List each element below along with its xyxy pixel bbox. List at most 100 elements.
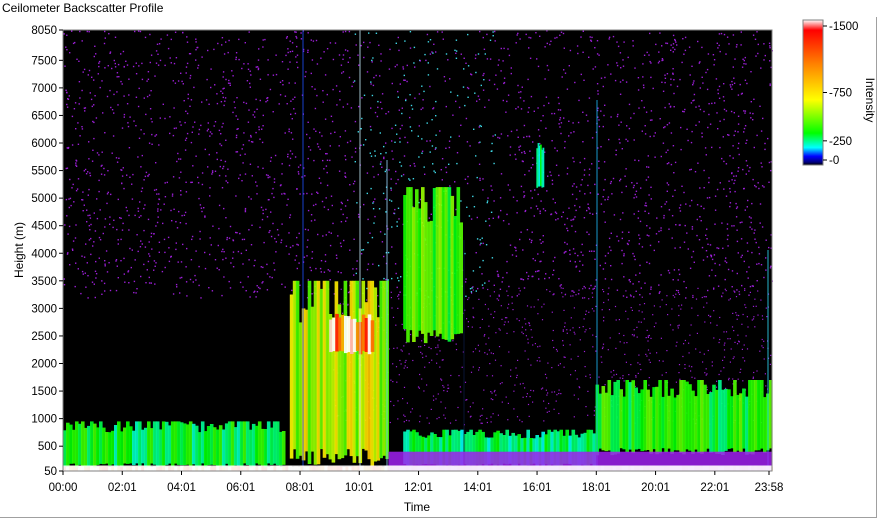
- noise-pixel: [71, 248, 74, 250]
- noise-pixel: [401, 107, 403, 109]
- noise-pixel: [66, 92, 68, 94]
- noise-pixel: [731, 286, 733, 288]
- noise-pixel: [748, 216, 751, 218]
- noise-pixel: [257, 59, 260, 61]
- noise-pixel: [448, 387, 450, 389]
- noise-pixel: [426, 417, 428, 419]
- noise-pixel: [734, 179, 736, 182]
- noise-pixel: [280, 239, 283, 241]
- noise-pixel: [641, 100, 643, 102]
- noise-pixel: [421, 152, 423, 154]
- noise-pixel: [751, 228, 753, 230]
- noise-pixel: [585, 329, 587, 331]
- noise-pixel: [229, 82, 231, 84]
- noise-pixel: [78, 81, 81, 83]
- noise-pixel: [597, 193, 599, 195]
- noise-pixel: [384, 233, 386, 235]
- noise-pixel: [304, 75, 306, 78]
- noise-pixel: [419, 60, 421, 62]
- noise-pixel: [647, 349, 650, 351]
- noise-pixel: [736, 314, 738, 316]
- y-tick-label: 7500: [31, 55, 57, 67]
- noise-pixel: [181, 80, 183, 83]
- noise-pixel: [175, 221, 177, 223]
- noise-pixel: [762, 347, 764, 349]
- noise-pixel: [729, 205, 731, 208]
- noise-pixel: [506, 317, 508, 319]
- noise-pixel: [366, 172, 369, 174]
- noise-pixel: [726, 223, 729, 225]
- noise-pixel: [678, 372, 680, 374]
- noise-pixel: [307, 49, 309, 51]
- noise-pixel: [88, 31, 90, 33]
- noise-pixel: [699, 108, 702, 111]
- noise-pixel: [582, 254, 584, 256]
- noise-pixel: [758, 253, 761, 255]
- noise-pixel: [162, 222, 164, 225]
- noise-pixel: [175, 248, 177, 251]
- noise-pixel: [510, 369, 512, 371]
- y-axis-ticks: 5050010001500200025003000350040004500500…: [31, 25, 63, 478]
- noise-pixel: [677, 290, 679, 292]
- noise-pixel: [317, 146, 320, 148]
- noise-pixel: [328, 231, 330, 233]
- noise-pixel: [583, 157, 586, 160]
- noise-pixel: [520, 108, 523, 110]
- noise-pixel: [622, 59, 624, 61]
- noise-pixel: [355, 44, 357, 46]
- noise-pixel: [450, 136, 452, 138]
- noise-pixel: [649, 361, 651, 363]
- noise-pixel: [691, 65, 693, 67]
- noise-pixel: [537, 208, 539, 210]
- noise-pixel: [748, 266, 750, 268]
- noise-pixel: [399, 291, 401, 293]
- noise-pixel: [561, 292, 563, 294]
- noise-pixel: [435, 51, 437, 53]
- noise-pixel: [394, 263, 397, 265]
- noise-pixel: [256, 291, 259, 293]
- noise-pixel: [87, 171, 89, 173]
- noise-pixel: [206, 78, 208, 81]
- noise-pixel: [609, 337, 611, 339]
- noise-pixel: [507, 94, 510, 96]
- noise-pixel: [598, 125, 601, 128]
- noise-pixel: [534, 189, 536, 191]
- noise-pixel: [239, 174, 241, 176]
- noise-pixel: [716, 380, 718, 382]
- noise-pixel: [329, 159, 331, 162]
- noise-pixel: [549, 43, 551, 46]
- noise-pixel: [736, 343, 739, 345]
- noise-pixel: [564, 72, 567, 74]
- noise-pixel: [94, 270, 97, 272]
- noise-pixel: [548, 102, 550, 104]
- noise-pixel: [558, 392, 560, 395]
- noise-pixel: [471, 287, 473, 289]
- noise-pixel: [550, 213, 552, 216]
- noise-pixel: [670, 163, 673, 166]
- noise-pixel: [342, 106, 344, 108]
- noise-pixel: [398, 294, 400, 296]
- x-axis-label: Time: [404, 500, 431, 514]
- noise-pixel: [744, 209, 746, 211]
- noise-pixel: [493, 83, 496, 86]
- noise-pixel: [591, 250, 593, 252]
- x-tick-label: 06:01: [226, 482, 255, 494]
- noise-pixel: [650, 198, 652, 200]
- noise-pixel: [707, 243, 709, 245]
- noise-pixel: [559, 109, 562, 111]
- noise-pixel: [146, 95, 149, 98]
- noise-pixel: [117, 243, 119, 245]
- noise-pixel: [353, 238, 355, 240]
- noise-pixel: [429, 85, 431, 88]
- noise-pixel: [705, 374, 707, 376]
- y-tick-label: 2500: [31, 331, 57, 343]
- noise-pixel: [315, 267, 317, 270]
- noise-pixel: [248, 109, 250, 111]
- noise-pixel: [564, 147, 566, 149]
- noise-pixel: [462, 86, 465, 88]
- noise-pixel: [294, 96, 296, 98]
- noise-pixel: [186, 132, 189, 135]
- noise-pixel: [738, 142, 740, 145]
- noise-pixel: [150, 282, 152, 284]
- noise-pixel: [608, 246, 611, 248]
